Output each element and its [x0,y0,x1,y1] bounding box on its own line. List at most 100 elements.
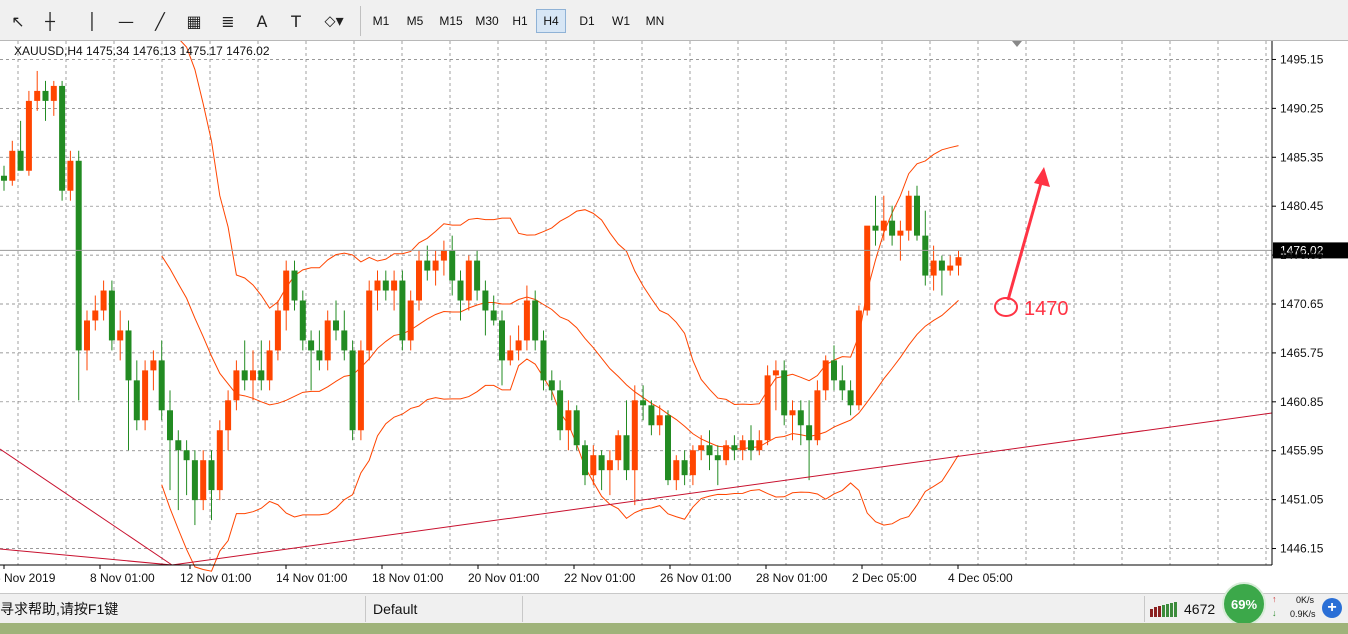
candle-body [598,455,605,471]
timeframe-mn[interactable]: MN [640,9,670,33]
candle-body [349,350,356,431]
candle-body [606,460,613,471]
candle-body [872,225,879,231]
candle-body [540,340,547,381]
trendline-tool[interactable]: ╱ [146,8,174,34]
profile-name: Default [373,601,418,617]
text-tool[interactable]: A [248,8,276,34]
time-tick-label: 14 Nov 01:00 [276,571,348,585]
candle-body [623,435,630,471]
candle-body [756,440,763,451]
candle-body [167,410,173,441]
candle-body [573,410,580,446]
candle-body [889,220,896,236]
candle-body [731,445,738,451]
candle-body [9,150,16,181]
candle-body [142,370,149,421]
time-tick-label: 22 Nov 01:00 [564,571,636,585]
candle-body [897,230,904,236]
candle-body [382,280,389,291]
candle-body [357,350,364,431]
connection-bars-icon [1150,598,1180,620]
chart-window[interactable]: 1476.02 1470 1495.15 1490.25 1485.35 1480.45… [0,26,1348,593]
crosshair-tool[interactable]: ┼ [36,8,64,34]
timeframe-w1[interactable]: W1 [606,9,636,33]
price-tick-label: 1495.15 [1280,52,1324,66]
candle-body [764,375,771,441]
vertical-line-tool[interactable]: │ [78,8,106,34]
candle-body [374,280,381,291]
symbol-info: XAUUSD,H4 1475.34 1476.13 1475.17 1476.0… [14,44,270,58]
timeframe-h1[interactable]: H1 [506,9,534,33]
candle-body [59,85,66,191]
arrows-tool[interactable]: ⬦▾ [314,8,354,34]
candle-body [739,440,746,451]
time-tick-label: 12 Nov 01:00 [180,571,252,585]
candle-body [191,460,198,501]
candle-body [233,370,240,401]
candle-body [208,460,215,491]
candle-body [258,370,265,381]
candle-body [665,415,671,481]
price-chart[interactable]: 1476.021470 1495.151490.251485.351480.45… [0,26,1348,593]
candle-body [880,220,887,231]
time-tick-label: 18 Nov 01:00 [372,571,444,585]
timeframe-m1[interactable]: M1 [366,9,396,33]
candle-body [432,260,439,271]
candle-body [399,280,406,341]
candle-body [366,290,373,351]
equidistant-channel-tool[interactable]: ▦ [180,8,208,34]
price-tick-label: 1460.85 [1280,395,1324,409]
price-tick-label: 1490.25 [1280,101,1324,115]
fibonacci-tool[interactable]: ≣ [214,8,242,34]
candle-body [308,340,315,351]
candle-body [905,195,912,231]
timeframe-d1[interactable]: D1 [572,9,602,33]
horizontal-line-tool[interactable]: — [112,8,140,34]
candle-body [274,310,281,351]
time-tick-label: 28 Nov 01:00 [756,571,828,585]
candle-body [565,410,572,431]
chart-shift-marker [1012,41,1022,47]
timeframe-h4[interactable]: H4 [536,9,566,33]
text-label-tool[interactable]: T [282,8,310,34]
candle-body [822,360,829,391]
cpu-usage-badge[interactable]: 69% [1222,582,1266,626]
add-icon[interactable]: + [1322,598,1342,618]
candle-body [225,400,232,431]
candle-body [283,270,290,311]
candle-body [499,320,505,361]
timeframe-m15[interactable]: M15 [434,9,468,33]
candle-body [416,260,422,301]
candle-body [424,260,431,271]
candle-body [482,290,489,311]
candle-body [689,450,696,476]
candle-body [67,160,74,191]
up-arrow-shaft [1006,182,1043,301]
candle-body [507,350,514,361]
taskbar-strip [0,623,1348,634]
price-tick-label: 1446.15 [1280,542,1324,556]
candle-body [938,260,945,271]
toolbar-separator [360,6,361,36]
timeframe-m30[interactable]: M30 [470,9,504,33]
timeframe-m5[interactable]: M5 [400,9,430,33]
cursor-tool[interactable]: ↖ [4,8,32,34]
candle-body [723,445,730,461]
help-text: 寻求帮助,请按F1键 [0,601,119,617]
candle-body [557,390,564,431]
price-tick-label: 1451.05 [1280,493,1324,507]
candle-body [797,410,804,426]
candle-body [341,330,348,351]
candle-body [42,90,49,101]
download-speed: 0.9K/s [1290,609,1316,619]
candle-body [640,400,647,406]
candle-body [515,340,522,351]
candle-body [291,270,298,301]
candle-body [158,360,165,411]
candle-body [474,260,481,291]
support-trendline [171,412,1273,566]
candle-body [698,445,705,451]
candle-body [523,300,530,341]
time-tick-label: 6 Nov 2019 [0,571,56,585]
